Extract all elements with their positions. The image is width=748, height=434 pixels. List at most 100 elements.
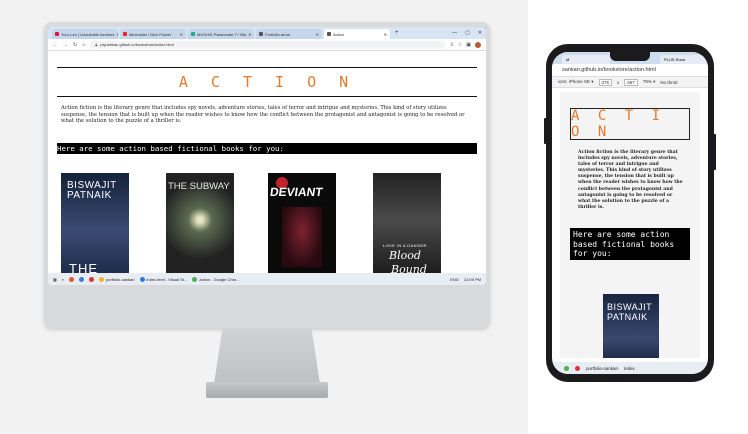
phone-tab-label: PLUS Roun xyxy=(664,57,686,62)
phone-notch xyxy=(610,52,650,61)
favicon-icon xyxy=(327,32,331,36)
phone-taskbar: portfolio-sankari index xyxy=(552,362,708,374)
taskbar-item-label: action - Google Chro... xyxy=(199,276,240,282)
page-title: A C T I O N xyxy=(178,73,356,91)
book-title-line1: Blood xyxy=(389,249,421,262)
browser-tab[interactable]: Portfolio-anna ✕ xyxy=(256,29,322,39)
tab-label: Action xyxy=(333,31,345,37)
phone-taskbar-item2[interactable]: index xyxy=(624,366,635,371)
phone-tab-label: M xyxy=(566,57,570,62)
book-author-last: PATNAIK xyxy=(67,190,112,201)
opera-icon[interactable] xyxy=(575,365,580,371)
forward-icon[interactable]: → xyxy=(63,42,68,48)
books-banner: Here are some action based fictional boo… xyxy=(57,143,477,154)
extensions-icon[interactable]: ▣ xyxy=(466,42,471,48)
monitor-screen: Your-Lev | Unsuitable tanrines✕ Minimali… xyxy=(48,27,486,285)
os-taskbar: ▦ ⌕ portfolio-sankari index.html - Visua… xyxy=(48,273,486,285)
phone-taskbar-item[interactable]: portfolio-sankari xyxy=(586,366,618,371)
desktop-monitor: Your-Lev | Unsuitable tanrines✕ Minimali… xyxy=(44,22,490,328)
phone-page: A C T I O N Action fiction is the litera… xyxy=(560,92,700,358)
tray-time[interactable]: 12:09 PM xyxy=(464,277,481,282)
mockup-stage: Your-Lev | Unsuitable tanrines✕ Minimali… xyxy=(0,0,748,434)
back-icon[interactable]: ← xyxy=(53,42,58,48)
book-cover-blood-bound[interactable]: LOVE IN A DANGER Blood Bound xyxy=(373,173,441,273)
taskbar-item-label: portfolio-sankari xyxy=(106,276,135,282)
favicon-icon xyxy=(191,32,195,36)
device-width[interactable]: 375 xyxy=(598,78,613,86)
tray-lang[interactable]: ENG xyxy=(450,277,459,282)
book-title: DEVIANT xyxy=(269,185,324,199)
device-select[interactable]: ions: iPhone SE ▾ xyxy=(558,79,594,85)
home-icon[interactable]: ⌂ xyxy=(82,42,85,48)
window-controls: — ▢ ✕ xyxy=(452,30,486,36)
monitor-stand-base xyxy=(206,382,328,398)
taskbar-item[interactable]: index.html - Visual St... xyxy=(139,276,188,282)
book-tagline: LOVE IN A DANGER xyxy=(383,243,427,248)
close-tab-icon[interactable]: ✕ xyxy=(248,32,251,37)
browser-tab[interactable]: Minimalist / Nice Flower ✕ xyxy=(120,29,186,39)
new-tab-button[interactable]: + xyxy=(392,30,402,36)
devtools-device-bar: ions: iPhone SE ▾ 375 x 667 79% ▾ No thr… xyxy=(552,77,708,88)
phone-book-cover[interactable]: BISWAJIT PATNAIK xyxy=(603,294,659,358)
browser-tab-active[interactable]: Action ✕ xyxy=(324,29,390,39)
monitor-stand-neck xyxy=(214,328,320,384)
book-cover-art xyxy=(282,207,322,267)
browser-toolbar: ← → ↻ ⌂ 🔒︎ piyushkan.github.io/bookstore… xyxy=(48,39,486,51)
favicon-icon xyxy=(123,32,127,36)
book-title: THE VISION xyxy=(69,261,98,273)
book-author: BISWAJIT PATNAIK xyxy=(67,181,117,201)
browser-tab[interactable]: MUSHIS Passionate T+ Bla ✕ xyxy=(188,29,254,39)
opera-icon[interactable] xyxy=(89,276,95,282)
phone-books-banner: Here are some action based fictional boo… xyxy=(570,228,690,260)
phone-tab[interactable]: PLUS Roun xyxy=(660,55,708,64)
phone-page-header: A C T I O N xyxy=(570,108,690,140)
throttle-select[interactable]: No thrott xyxy=(660,80,677,85)
close-tab-icon[interactable]: ✕ xyxy=(180,32,183,37)
book-title: THE SUBWAY xyxy=(168,181,230,192)
minimize-button[interactable]: — xyxy=(452,30,457,36)
close-tab-icon[interactable]: ✕ xyxy=(116,32,118,37)
start-icon[interactable]: ▦ xyxy=(53,277,57,282)
profile-avatar[interactable] xyxy=(475,41,481,48)
tab-label: Portfolio-anna xyxy=(265,31,290,37)
chrome-icon[interactable] xyxy=(564,365,569,371)
taskbar-item[interactable]: action - Google Chro... xyxy=(192,276,240,282)
system-tray: ENG 12:09 PM xyxy=(450,277,481,282)
maximize-button[interactable]: ▢ xyxy=(465,30,470,36)
tab-label: Minimalist / Nice Flower xyxy=(129,31,172,37)
tab-label: Your-Lev | Unsuitable tanrines xyxy=(61,31,115,37)
app-icon[interactable] xyxy=(79,276,85,282)
phone-book-author: BISWAJIT PATNAIK xyxy=(607,302,652,322)
taskbar-item-label: index.html - Visual St... xyxy=(146,276,188,282)
phone-address-bar[interactable]: sankari.github.io/bookstore/action.html xyxy=(552,64,708,77)
close-tab-icon[interactable]: ✕ xyxy=(384,32,387,37)
reload-icon[interactable]: ↻ xyxy=(73,42,77,48)
favicon-icon xyxy=(55,32,59,36)
close-tab-icon[interactable]: ✕ xyxy=(316,32,319,37)
browser-tab[interactable]: Your-Lev | Unsuitable tanrines✕ xyxy=(52,29,118,39)
close-window-button[interactable]: ✕ xyxy=(478,30,482,36)
browser-tabbar: Your-Lev | Unsuitable tanrines✕ Minimali… xyxy=(48,27,486,39)
address-bar[interactable]: 🔒︎ piyushkan.github.io/bookstore/action.… xyxy=(90,40,445,49)
book-cover-vision[interactable]: BISWAJITPATNAIK THE VISION xyxy=(61,173,129,273)
phone-page-title: A C T I O N xyxy=(571,108,666,140)
web-page: A C T I O N Action fiction is the litera… xyxy=(48,51,486,273)
dimension-separator: x xyxy=(617,79,620,85)
share-icon[interactable]: ⇪ xyxy=(450,42,454,48)
book-cover-subway[interactable]: THE SUBWAY xyxy=(166,173,234,273)
taskbar-item[interactable]: portfolio-sankari xyxy=(99,276,135,282)
phone-tab[interactable]: M xyxy=(562,55,610,64)
phone-book-author-last: PATNAIK xyxy=(607,312,648,322)
phone-device: M PLUS Roun sankari.github.io/bookstore/… xyxy=(544,44,716,382)
app-icon[interactable] xyxy=(69,276,75,282)
phone-screen: M PLUS Roun sankari.github.io/bookstore/… xyxy=(552,52,708,374)
url-text: piyushkan.github.io/bookstore/action.htm… xyxy=(100,42,174,47)
device-height[interactable]: 667 xyxy=(624,78,638,86)
vscode-icon xyxy=(139,276,145,282)
book-cover-deviant[interactable]: DEVIANT xyxy=(268,173,336,273)
tab-label: MUSHIS Passionate T+ Bla xyxy=(197,31,247,37)
phone-page-description: Action fiction is the literary genre tha… xyxy=(578,150,683,210)
search-icon[interactable]: ⌕ xyxy=(62,277,64,282)
star-icon[interactable]: ☆ xyxy=(458,42,462,48)
zoom-select[interactable]: 79% ▾ xyxy=(643,79,656,85)
